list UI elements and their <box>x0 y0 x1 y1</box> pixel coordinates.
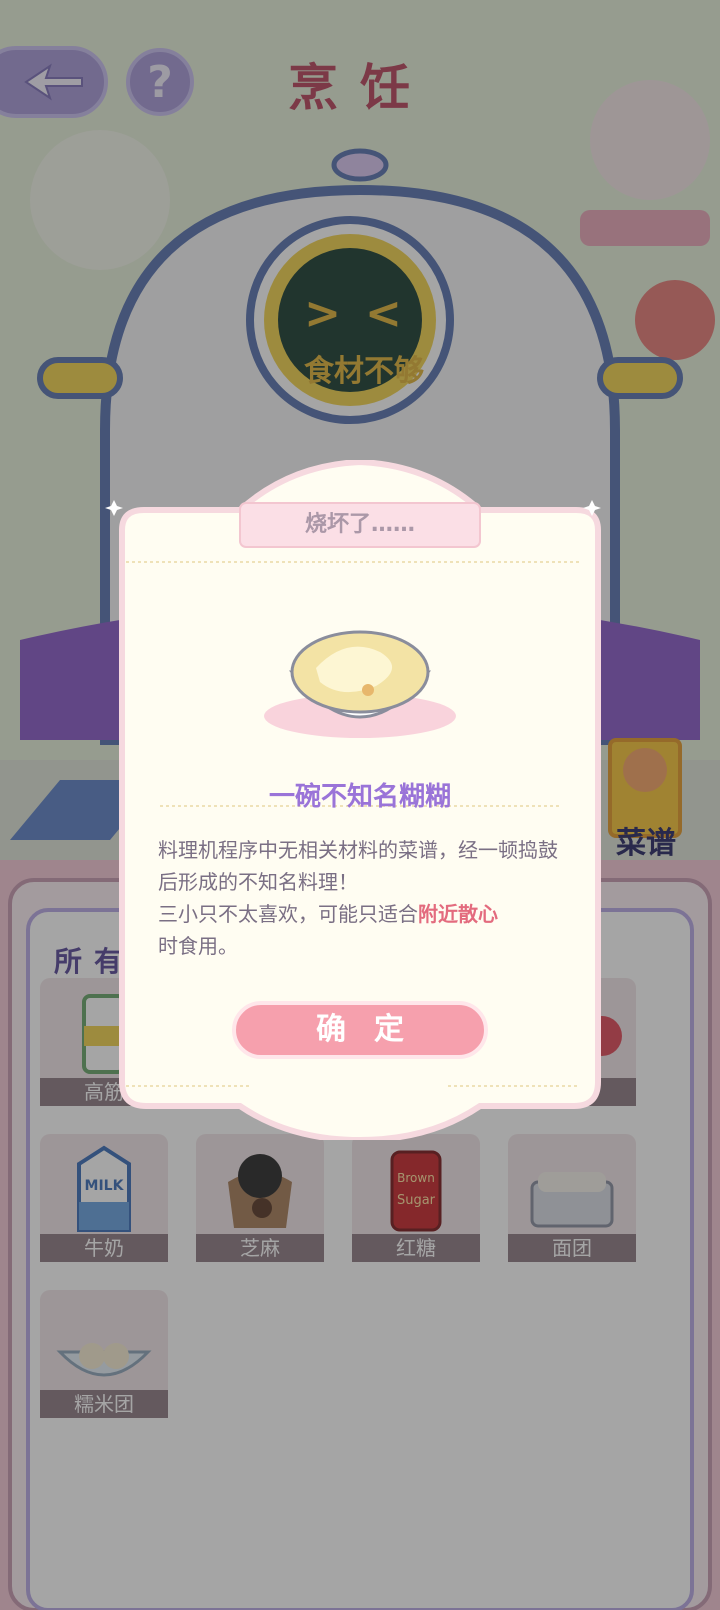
confirm-button[interactable]: 确定 <box>232 1001 488 1059</box>
highlight-location: 附近散心 <box>418 902 498 926</box>
dish-name: 一碗不知名糊糊 <box>268 782 451 812</box>
dialog-title: 烧坏了…… <box>304 512 415 537</box>
mush-bowl-icon <box>264 630 456 738</box>
dish-description: 料理机程序中无相关材料的菜谱，经一顿捣鼓后形成的不知名料理！ 三小只不太喜欢，可… <box>158 838 558 958</box>
